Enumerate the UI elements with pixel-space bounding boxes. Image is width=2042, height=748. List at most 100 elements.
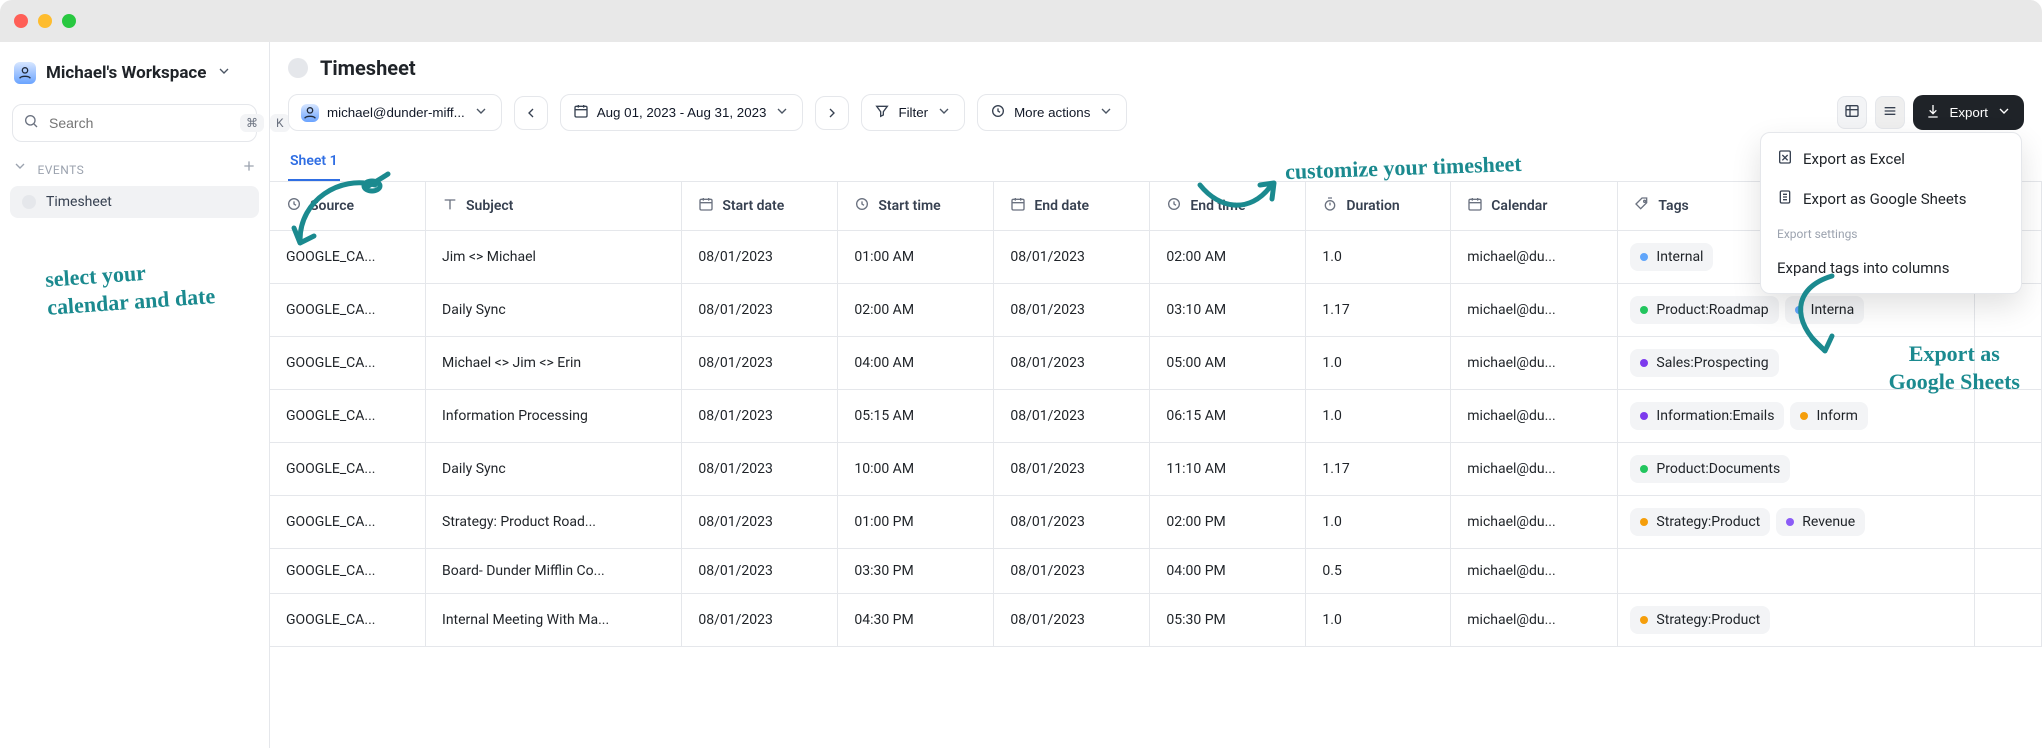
col-start_date[interactable]: Start date	[682, 182, 838, 231]
date-range-button[interactable]: Aug 01, 2023 - Aug 31, 2023	[560, 94, 804, 131]
tag[interactable]: Sales:Prospecting	[1630, 349, 1778, 377]
cell-source: GOOGLE_CA...	[270, 390, 426, 443]
view-toggle: Export	[1837, 95, 2024, 130]
cell-start_time: 05:15 AM	[838, 390, 994, 443]
tag-swatch	[1800, 412, 1808, 420]
filter-label: Filter	[898, 105, 928, 120]
col-end_time[interactable]: End time	[1150, 182, 1306, 231]
col-start_time[interactable]: Start time	[838, 182, 994, 231]
table-row[interactable]: GOOGLE_CA...Daily Sync08/01/202310:00 AM…	[270, 443, 2042, 496]
tag-label: Information:Emails	[1656, 408, 1774, 424]
cell-calendar: michael@du...	[1451, 337, 1618, 390]
cell-end_date: 08/01/2023	[994, 231, 1150, 284]
tag[interactable]: Information:Emails	[1630, 402, 1784, 430]
tag[interactable]: Product:Documents	[1630, 455, 1790, 483]
col-end_date[interactable]: End date	[994, 182, 1150, 231]
settings-icon	[990, 103, 1006, 122]
window-zoom-dot[interactable]	[62, 14, 76, 28]
tag[interactable]: Internal	[1630, 243, 1713, 271]
col-source[interactable]: Source	[270, 182, 426, 231]
prev-range-button[interactable]	[514, 96, 548, 130]
window-titlebar	[0, 0, 2042, 42]
chevron-down-icon	[1996, 103, 2012, 122]
tag[interactable]: Strategy:Product	[1630, 508, 1770, 536]
page-icon	[288, 58, 308, 78]
download-icon	[1925, 103, 1941, 122]
export-menu[interactable]: Export as ExcelExport as Google Sheets E…	[1760, 132, 2022, 294]
table-row[interactable]: GOOGLE_CA...Internal Meeting With Ma...0…	[270, 594, 2042, 647]
tag-label: Product:Documents	[1656, 461, 1780, 477]
view-list-button[interactable]	[1875, 96, 1905, 129]
tag-swatch	[1640, 518, 1648, 526]
export-expand-tags[interactable]: Expand tags into columns	[1767, 249, 2015, 287]
cell-end_time: 11:10 AM	[1150, 443, 1306, 496]
cell-source: GOOGLE_CA...	[270, 231, 426, 284]
export-item-export-as-google-sheets[interactable]: Export as Google Sheets	[1767, 179, 2015, 219]
sidebar-section-events[interactable]: EVENTS	[0, 150, 269, 184]
cell-subject: Michael <> Jim <> Erin	[426, 337, 682, 390]
sidebar-section-label: EVENTS	[37, 163, 84, 177]
cell-end_date: 08/01/2023	[994, 496, 1150, 549]
window-minimize-dot[interactable]	[38, 14, 52, 28]
table-row[interactable]: GOOGLE_CA...Michael <> Jim <> Erin08/01/…	[270, 337, 2042, 390]
col-label: Start time	[878, 198, 940, 214]
cell-start_date: 08/01/2023	[682, 231, 838, 284]
cell-end_date: 08/01/2023	[994, 594, 1150, 647]
tag[interactable]: Product:Roadmap	[1630, 296, 1778, 324]
col-duration[interactable]: Duration	[1306, 182, 1451, 231]
cell-tags: Sales:Prospecting	[1618, 337, 1975, 390]
cell-tags: Strategy:Product	[1618, 594, 1975, 647]
table-row[interactable]: GOOGLE_CA...Information Processing08/01/…	[270, 390, 2042, 443]
sheets-icon	[1777, 189, 1793, 209]
sidebar-item-timesheet[interactable]: Timesheet	[10, 186, 259, 218]
calendar-icon	[1467, 196, 1483, 216]
table-row[interactable]: GOOGLE_CA...Board- Dunder Mifflin Co...0…	[270, 549, 2042, 594]
cell-subject: Daily Sync	[426, 284, 682, 337]
cell-end_time: 05:30 PM	[1150, 594, 1306, 647]
cell-duration: 1.0	[1306, 594, 1451, 647]
chevron-down-icon	[12, 162, 31, 178]
filter-button[interactable]: Filter	[861, 94, 965, 131]
table-row[interactable]: GOOGLE_CA...Strategy: Product Road...08/…	[270, 496, 2042, 549]
tag-swatch	[1786, 518, 1794, 526]
cell-start_time: 10:00 AM	[838, 443, 994, 496]
window-close-dot[interactable]	[14, 14, 28, 28]
cell-end_time: 02:00 AM	[1150, 231, 1306, 284]
cell-source: GOOGLE_CA...	[270, 549, 426, 594]
tag[interactable]: Strategy:Product	[1630, 606, 1770, 634]
chevron-down-icon	[473, 103, 489, 122]
tab-sheet-1[interactable]: Sheet 1	[288, 143, 340, 181]
calendar-icon	[1010, 196, 1026, 216]
tag[interactable]: Revenue	[1776, 508, 1865, 536]
tag[interactable]: Interna	[1785, 296, 1865, 324]
cell-start_date: 08/01/2023	[682, 496, 838, 549]
account-select[interactable]: michael@dunder-miff...	[288, 94, 502, 131]
cell-calendar: michael@du...	[1451, 496, 1618, 549]
cell-hash	[1975, 496, 2042, 549]
more-actions-button[interactable]: More actions	[977, 94, 1127, 131]
plus-icon[interactable]	[241, 158, 257, 178]
cell-end_time: 06:15 AM	[1150, 390, 1306, 443]
workspace-switcher[interactable]: Michael's Workspace	[0, 52, 269, 94]
col-label: End time	[1190, 198, 1245, 214]
cell-start_date: 08/01/2023	[682, 337, 838, 390]
search-input[interactable]: ⌘ K	[12, 104, 257, 142]
export-label: Export	[1949, 105, 1988, 120]
search-field[interactable]	[47, 114, 232, 132]
item-icon	[22, 195, 36, 209]
export-button[interactable]: Export	[1913, 95, 2024, 130]
export-expand-tags-label: Expand tags into columns	[1777, 259, 1949, 277]
cell-duration: 1.0	[1306, 231, 1451, 284]
view-table-button[interactable]	[1837, 96, 1867, 129]
tag[interactable]: Inform	[1790, 402, 1867, 430]
cell-end_date: 08/01/2023	[994, 443, 1150, 496]
export-settings-header: Export settings	[1767, 219, 2015, 249]
next-range-button[interactable]	[815, 96, 849, 130]
cell-subject: Daily Sync	[426, 443, 682, 496]
workspace-title: Michael's Workspace	[46, 63, 206, 83]
col-calendar[interactable]: Calendar	[1451, 182, 1618, 231]
export-item-export-as-excel[interactable]: Export as Excel	[1767, 139, 2015, 179]
col-subject[interactable]: Subject	[426, 182, 682, 231]
cell-end_time: 02:00 PM	[1150, 496, 1306, 549]
chevron-down-icon	[936, 103, 952, 122]
